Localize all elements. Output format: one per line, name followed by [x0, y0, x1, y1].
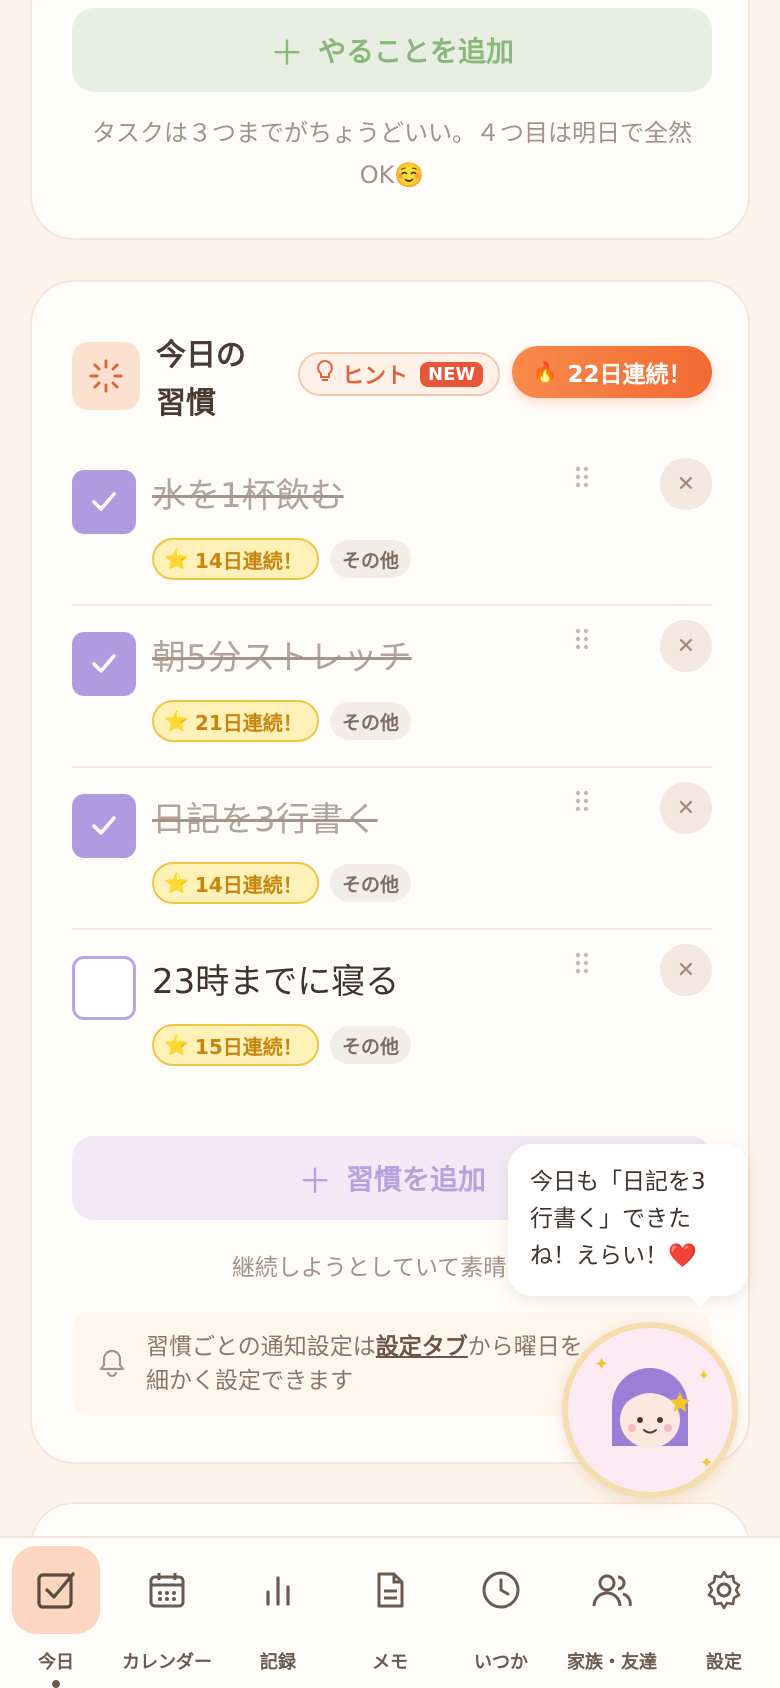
drag-handle-icon[interactable] — [572, 626, 592, 652]
habit-streak-badge: ⭐ 14日連続！ — [152, 538, 319, 580]
habits-header: 今日の 習慣 ヒント NEW 🔥 22日連続！ — [72, 332, 712, 422]
hint-button[interactable]: ヒント NEW — [298, 352, 500, 396]
total-streak-badge: 🔥 22日連続！ — [512, 346, 712, 398]
task-card: ＋ やることを追加 タスクは３つまでがちょうどいい。４つ目は明日で全然 OK☺️ — [30, 0, 750, 240]
habit-row: 水を1杯飲む ⭐ 14日連続！ その他 ✕ — [72, 444, 712, 606]
task-note-line2: OK☺️ — [359, 161, 425, 189]
drag-handle-icon[interactable] — [572, 464, 592, 490]
habit-name: 朝5分ストレッチ — [152, 638, 412, 678]
mascot-avatar[interactable]: ✦ ✦ ✦ — [562, 1322, 738, 1498]
habit-checkbox[interactable] — [72, 794, 136, 858]
notification-text: 習慣ごとの通知設定は設定タブから曜日を細かく設定できます — [146, 1330, 596, 1398]
add-habit-label: 習慣を追加 — [345, 1163, 486, 1196]
nav-today[interactable]: 今日 — [0, 1538, 112, 1688]
drag-handle-icon[interactable] — [572, 950, 592, 976]
nav-family-friends[interactable]: 家族・友達 — [556, 1538, 668, 1688]
gear-icon — [680, 1546, 768, 1634]
bell-icon — [98, 1348, 126, 1382]
active-indicator — [52, 1680, 60, 1688]
add-task-label: やることを追加 — [317, 35, 514, 68]
settings-tab-link[interactable]: 設定タブ — [376, 1334, 468, 1360]
task-limit-note: タスクは３つまでがちょうどいい。４つ目は明日で全然 OK☺️ — [72, 72, 712, 196]
habits-title-line2: 習慣 — [156, 386, 216, 421]
remove-habit-button[interactable]: ✕ — [660, 458, 712, 510]
document-icon — [346, 1546, 434, 1634]
habit-streak-text: 15日連続！ — [194, 1034, 303, 1059]
habit-streak-text: 14日連続！ — [194, 548, 303, 573]
habit-category-badge: その他 — [330, 864, 412, 902]
close-icon: ✕ — [676, 633, 696, 659]
nav-someday[interactable]: いつか — [445, 1538, 557, 1688]
clock-icon — [457, 1546, 545, 1634]
close-icon: ✕ — [676, 471, 696, 497]
habit-row: 23時までに寝る ⭐ 15日連続！ その他 ✕ — [72, 930, 712, 1092]
habit-row: 日記を3行書く ⭐ 14日連続！ その他 ✕ — [72, 768, 712, 930]
habit-checkbox[interactable] — [72, 632, 136, 696]
sun-icon — [72, 342, 140, 410]
habit-streak-text: 14日連続！ — [194, 872, 303, 897]
habits-title: 今日の 習慣 — [156, 332, 276, 428]
check-icon — [92, 654, 116, 673]
people-icon — [568, 1546, 656, 1634]
mascot-speech-bubble: 今日も「日記を3行書く」できたね！えらい！❤️ — [508, 1144, 748, 1308]
habit-streak-badge: ⭐ 15日連続！ — [152, 1024, 319, 1066]
star-icon: ⭐ — [164, 547, 189, 571]
habit-streak-badge: ⭐ 21日連続！ — [152, 700, 319, 742]
nav-label: 今日 — [38, 1652, 74, 1673]
bar-chart-icon — [234, 1546, 322, 1634]
nav-label: 家族・友達 — [567, 1652, 657, 1673]
svg-text:✦: ✦ — [594, 1354, 609, 1375]
calendar-icon — [123, 1546, 211, 1634]
nav-label: カレンダー — [122, 1652, 212, 1673]
nav-calendar[interactable]: カレンダー — [111, 1538, 223, 1688]
plus-icon: ＋ — [297, 1161, 332, 1202]
bottom-nav: 今日 カレンダー 記録 メモ いつか 家族・友達 設定 — [0, 1536, 780, 1688]
habit-streak-text: 21日連続！ — [194, 710, 303, 735]
star-icon: ⭐ — [164, 871, 189, 895]
nav-label: いつか — [474, 1652, 528, 1673]
new-badge: NEW — [420, 361, 484, 387]
check-icon — [92, 816, 116, 835]
habit-category-badge: その他 — [330, 540, 412, 578]
habit-category-badge: その他 — [330, 1026, 412, 1064]
nav-records[interactable]: 記録 — [222, 1538, 334, 1688]
notif-prefix: 習慣ごとの通知設定は — [146, 1334, 376, 1360]
close-icon: ✕ — [676, 957, 696, 983]
habits-title-line1: 今日の — [156, 338, 246, 373]
nav-label: 設定 — [706, 1652, 742, 1673]
hint-label: ヒント — [342, 364, 409, 389]
svg-text:✦: ✦ — [698, 1368, 710, 1384]
lightbulb-icon — [316, 359, 334, 389]
habit-name: 日記を3行書く — [152, 800, 378, 840]
nav-memo[interactable]: メモ — [334, 1538, 446, 1688]
habit-list: 水を1杯飲む ⭐ 14日連続！ その他 ✕ 朝5分ストレッチ ⭐ 21日連続！ … — [72, 444, 712, 1092]
fire-icon: 🔥 — [532, 360, 558, 384]
habit-streak-badge: ⭐ 14日連続！ — [152, 862, 319, 904]
nav-label: メモ — [372, 1652, 408, 1673]
nav-label: 記録 — [260, 1652, 296, 1673]
close-icon: ✕ — [676, 795, 696, 821]
habit-name: 水を1杯飲む — [152, 476, 344, 516]
star-icon: ⭐ — [164, 1033, 189, 1057]
habit-checkbox[interactable] — [72, 956, 136, 1020]
total-streak-text: 22日連続！ — [567, 362, 692, 388]
mascot-illustration: ✦ ✦ ✦ — [568, 1328, 732, 1492]
habit-category-badge: その他 — [330, 702, 412, 740]
habit-checkbox[interactable] — [72, 470, 136, 534]
svg-text:✦: ✦ — [700, 1453, 713, 1472]
check-icon — [92, 492, 116, 511]
check-square-icon — [12, 1546, 100, 1634]
drag-handle-icon[interactable] — [572, 788, 592, 814]
habit-row: 朝5分ストレッチ ⭐ 21日連続！ その他 ✕ — [72, 606, 712, 768]
habit-name: 23時までに寝る — [152, 962, 400, 1002]
plus-icon: ＋ — [269, 33, 304, 74]
remove-habit-button[interactable]: ✕ — [660, 782, 712, 834]
star-icon: ⭐ — [164, 709, 189, 733]
nav-settings[interactable]: 設定 — [668, 1538, 780, 1688]
task-note-line1: タスクは３つまでがちょうどいい。４つ目は明日で全然 — [92, 119, 692, 147]
remove-habit-button[interactable]: ✕ — [660, 944, 712, 996]
remove-habit-button[interactable]: ✕ — [660, 620, 712, 672]
